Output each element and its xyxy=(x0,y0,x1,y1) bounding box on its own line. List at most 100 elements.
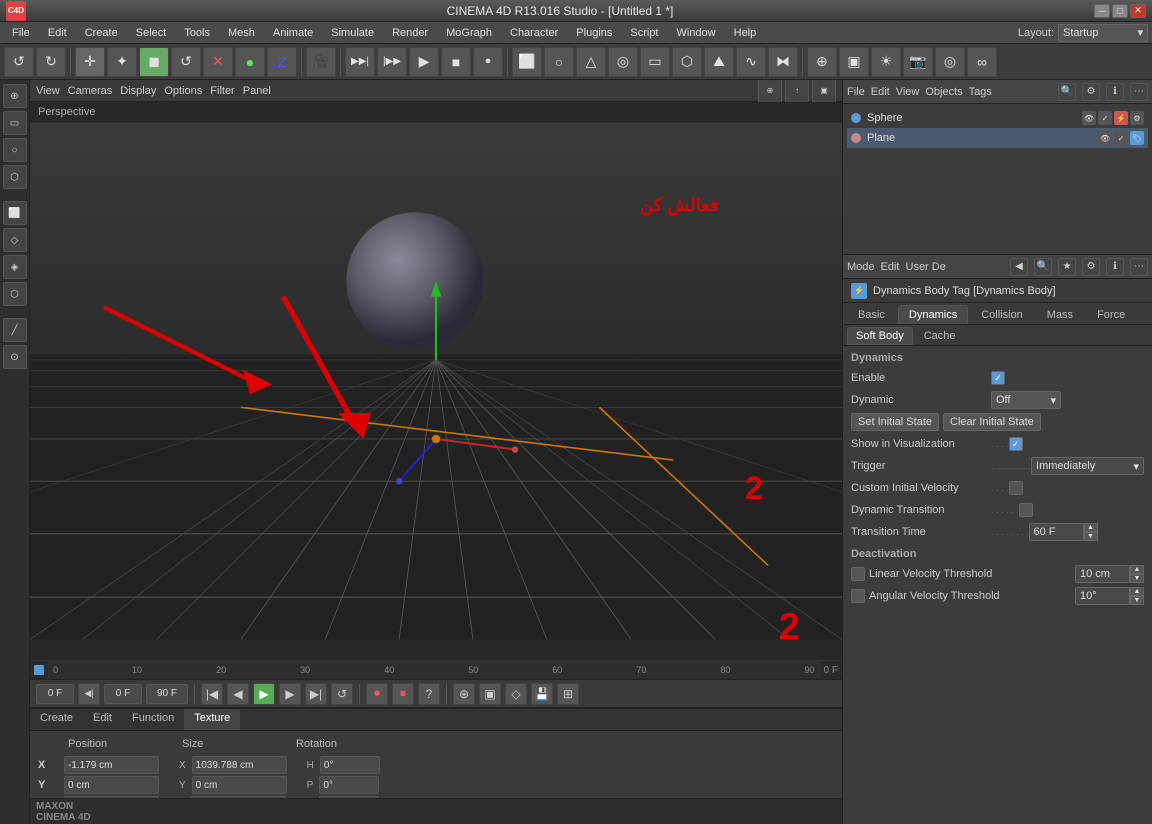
tool-paint[interactable]: ⬜ xyxy=(3,201,27,225)
tool-move[interactable]: ⊕ xyxy=(3,84,27,108)
attr-settings[interactable]: ⚙ xyxy=(1082,258,1100,276)
undo-button[interactable]: ↺ xyxy=(4,47,34,77)
h-rot-input[interactable] xyxy=(320,756,380,774)
camera-btn[interactable]: 🎥 xyxy=(306,47,336,77)
tab-mass[interactable]: Mass xyxy=(1036,305,1084,324)
obj-search-btn[interactable]: 🔍 xyxy=(1058,83,1076,101)
landscape-btn[interactable]: ⛰ xyxy=(704,47,734,77)
obj-menu-file[interactable]: File xyxy=(847,86,865,98)
layout-dropdown[interactable]: Startup ▾ xyxy=(1058,24,1148,42)
y-pos-input[interactable] xyxy=(64,776,159,794)
tab-force[interactable]: Force xyxy=(1086,305,1136,324)
tool-z[interactable]: Z xyxy=(267,47,297,77)
trigger-dropdown[interactable]: Immediately ▾ xyxy=(1031,457,1144,475)
tool-x[interactable]: ✕ xyxy=(203,47,233,77)
menu-create[interactable]: Create xyxy=(77,25,126,41)
rec3-btn[interactable]: ? xyxy=(418,683,440,705)
clear-initial-state-button[interactable]: Clear Initial State xyxy=(943,413,1041,431)
object-sphere[interactable]: Sphere 👁 ✓ ⚡ ⚙ xyxy=(847,108,1148,128)
menu-simulate[interactable]: Simulate xyxy=(323,25,382,41)
obj-info-btn[interactable]: ℹ xyxy=(1106,83,1124,101)
linear-vel-input[interactable] xyxy=(1075,565,1130,583)
select-button[interactable]: ✛ xyxy=(75,47,105,77)
sphere-tag-icon[interactable]: ⚡ xyxy=(1114,111,1128,125)
plane-btn[interactable]: ▭ xyxy=(640,47,670,77)
close-button[interactable]: ✕ xyxy=(1130,4,1146,18)
stop-btn[interactable]: ■ xyxy=(441,47,471,77)
minimize-button[interactable]: ─ xyxy=(1094,4,1110,18)
deformer-btn[interactable]: ⧓ xyxy=(768,47,798,77)
rec2-btn[interactable]: ⏹ xyxy=(392,683,414,705)
object-plane[interactable]: Plane 👁 ✓ 🏷 xyxy=(847,128,1148,148)
tr-tab-create[interactable]: Create xyxy=(30,709,83,730)
attr-menu-userdata[interactable]: User De xyxy=(906,261,946,273)
goto-prev-btn[interactable]: ◀ xyxy=(227,683,249,705)
p-rot-input[interactable] xyxy=(319,776,379,794)
menu-select[interactable]: Select xyxy=(128,25,175,41)
play-btn-tl[interactable]: ▶ xyxy=(253,683,275,705)
viewport-menu-cameras[interactable]: Cameras xyxy=(68,85,113,97)
current-frame-input[interactable] xyxy=(36,684,74,704)
group-btn[interactable]: ▣ xyxy=(839,47,869,77)
viewport-menu-options[interactable]: Options xyxy=(164,85,202,97)
obj-settings-btn[interactable]: ⚙ xyxy=(1082,83,1100,101)
menu-mesh[interactable]: Mesh xyxy=(220,25,263,41)
linear-vel-stepper[interactable]: ▲ ▼ xyxy=(1130,565,1144,583)
y-size-input[interactable] xyxy=(192,776,287,794)
tool-connect[interactable]: ⊙ xyxy=(3,345,27,369)
obj-more-btn[interactable]: ⋯ xyxy=(1130,83,1148,101)
play2-btn[interactable]: |▶▶ xyxy=(377,47,407,77)
dynamic-dropdown[interactable]: Off ▾ xyxy=(991,391,1061,409)
attr-nav-back[interactable]: ◀ xyxy=(1010,258,1028,276)
set-initial-state-button[interactable]: Set Initial State xyxy=(851,413,939,431)
rotate-button[interactable]: ↺ xyxy=(171,47,201,77)
tool-edit1[interactable]: ◇ xyxy=(3,228,27,252)
attr-info[interactable]: ℹ xyxy=(1106,258,1124,276)
menu-mograph[interactable]: MoGraph xyxy=(438,25,500,41)
tool-spline[interactable]: ╱ xyxy=(3,318,27,342)
custom-vel-checkbox[interactable] xyxy=(1009,481,1023,495)
menu-file[interactable]: File xyxy=(4,25,38,41)
torus-btn[interactable]: ◎ xyxy=(608,47,638,77)
menu-help[interactable]: Help xyxy=(726,25,765,41)
menu-animate[interactable]: Animate xyxy=(265,25,321,41)
end-frame-input[interactable] xyxy=(146,684,188,704)
tool-edit2[interactable]: ◈ xyxy=(3,255,27,279)
attr-bookmark[interactable]: ★ xyxy=(1058,258,1076,276)
path-btn[interactable]: ∿ xyxy=(736,47,766,77)
goto-start-btn[interactable]: |◀ xyxy=(201,683,223,705)
angular-vel-input[interactable] xyxy=(1075,587,1130,605)
redo-button[interactable]: ↻ xyxy=(36,47,66,77)
tool-sel1[interactable]: ▭ xyxy=(3,111,27,135)
menu-character[interactable]: Character xyxy=(502,25,566,41)
show-viz-checkbox[interactable] xyxy=(1009,437,1023,451)
attr-menu-mode[interactable]: Mode xyxy=(847,261,875,273)
key-btn[interactable]: ◇ xyxy=(505,683,527,705)
move-button[interactable]: ✦ xyxy=(107,47,137,77)
move3d-btn[interactable]: ⊕ xyxy=(807,47,837,77)
menu-edit[interactable]: Edit xyxy=(40,25,75,41)
tab-collision[interactable]: Collision xyxy=(970,305,1034,324)
tr-tab-function[interactable]: Function xyxy=(122,709,184,730)
linear-vel-checkbox[interactable] xyxy=(851,567,865,581)
null-btn[interactable]: ◎ xyxy=(935,47,965,77)
play-btn[interactable]: ▶▶| xyxy=(345,47,375,77)
start-frame-input[interactable] xyxy=(104,684,142,704)
tool-y[interactable]: ● xyxy=(235,47,265,77)
plane-tag-icon[interactable]: 🏷 xyxy=(1130,131,1144,145)
play3-btn[interactable]: ▶ xyxy=(409,47,439,77)
viewport-menu-display[interactable]: Display xyxy=(120,85,156,97)
menu-render[interactable]: Render xyxy=(384,25,436,41)
scale-button[interactable]: ◼ xyxy=(139,47,169,77)
loop-btn[interactable]: ↺ xyxy=(331,683,353,705)
attr-more[interactable]: ⋯ xyxy=(1130,258,1148,276)
cone-btn[interactable]: △ xyxy=(576,47,606,77)
goto-end-btn[interactable]: ▶| xyxy=(305,683,327,705)
angular-vel-stepper[interactable]: ▲ ▼ xyxy=(1130,587,1144,605)
disk-btn[interactable]: 💾 xyxy=(531,683,553,705)
vp-icons-1[interactable]: ⊕ xyxy=(758,80,782,103)
maximize-button[interactable]: □ xyxy=(1112,4,1128,18)
light-btn[interactable]: ☀ xyxy=(871,47,901,77)
attr-menu-edit[interactable]: Edit xyxy=(881,261,900,273)
viewport-menu-panel[interactable]: Panel xyxy=(243,85,271,97)
